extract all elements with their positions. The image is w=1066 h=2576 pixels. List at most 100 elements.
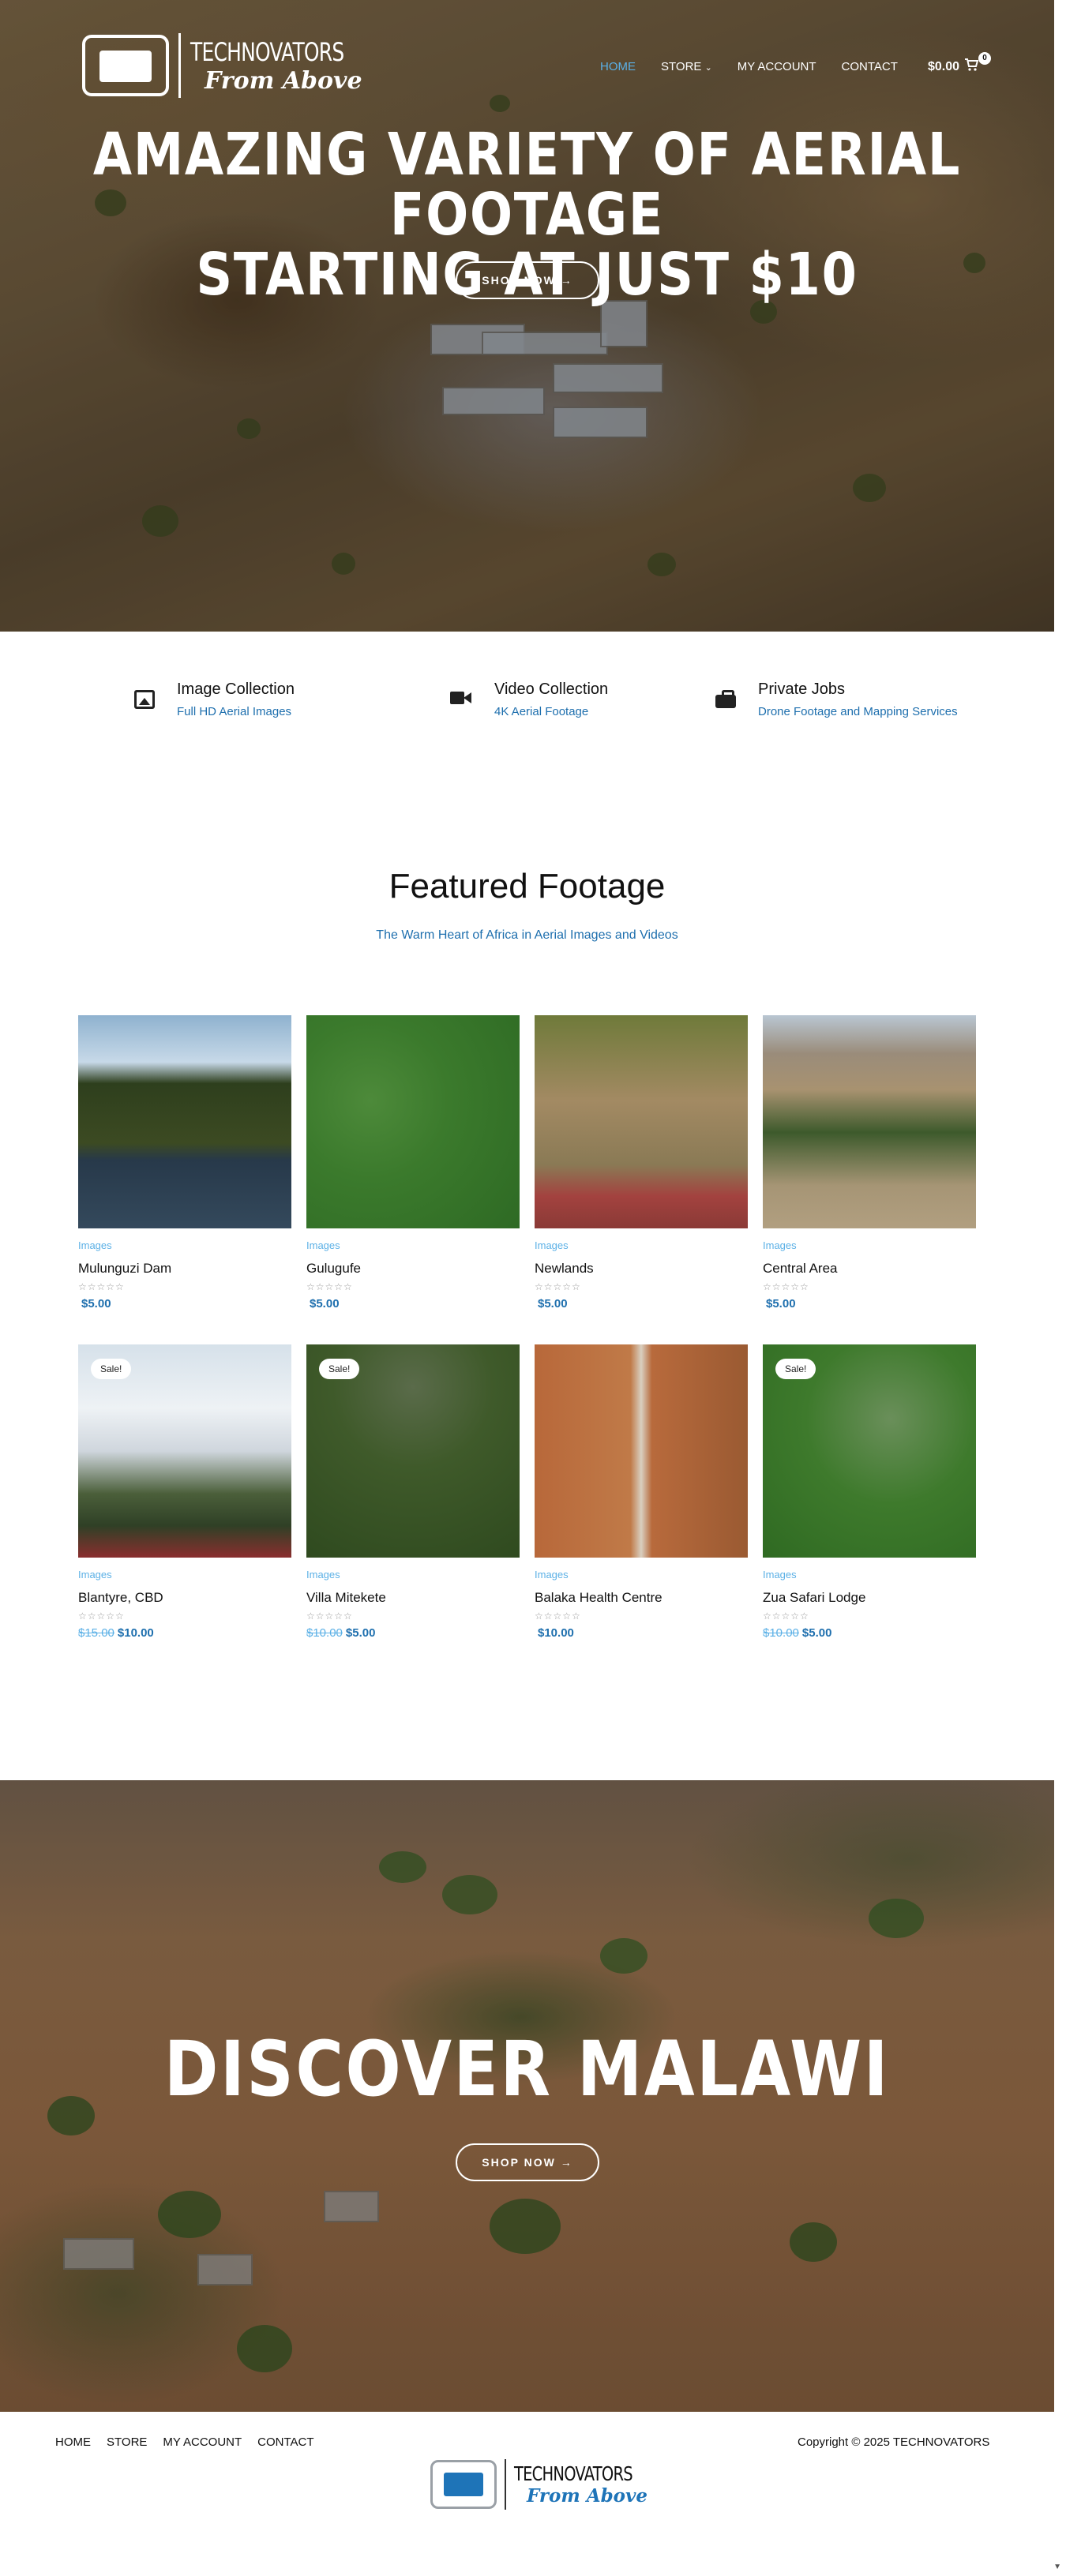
footer-nav-contact[interactable]: CONTACT bbox=[257, 2435, 313, 2449]
old-price: $15.00 bbox=[78, 1626, 114, 1640]
product-name[interactable]: Blantyre, CBD bbox=[78, 1590, 291, 1606]
cart-total: $0.00 bbox=[928, 59, 960, 73]
nav-store[interactable]: STORE ⌄ bbox=[661, 60, 712, 73]
sale-badge: Sale! bbox=[91, 1359, 132, 1379]
sale-badge: Sale! bbox=[775, 1359, 816, 1379]
briefcase-icon bbox=[715, 690, 736, 709]
nav-contact[interactable]: CONTACT bbox=[842, 60, 898, 73]
nav-home[interactable]: HOME bbox=[600, 60, 636, 73]
current-price: $10.00 bbox=[117, 1626, 154, 1640]
rating-stars: ☆☆☆☆☆ bbox=[78, 1610, 125, 1622]
product-card[interactable]: Images Balaka Health Centre ☆☆☆☆☆ $10.00 bbox=[535, 1344, 748, 1640]
feature-title: Private Jobs bbox=[758, 681, 846, 698]
product-category[interactable]: Images bbox=[306, 1239, 520, 1251]
product-card[interactable]: Sale! Images Blantyre, CBD ☆☆☆☆☆ $15.00 $… bbox=[78, 1344, 291, 1640]
sale-badge: Sale! bbox=[319, 1359, 360, 1379]
product-name[interactable]: Villa Mitekete bbox=[306, 1590, 520, 1606]
site-logo[interactable]: TECHNOVATORS From Above bbox=[82, 33, 387, 98]
product-price: $10.00 bbox=[535, 1626, 748, 1640]
current-price: $5.00 bbox=[766, 1297, 796, 1310]
cart-count-badge: 0 bbox=[978, 52, 991, 65]
logo-divider bbox=[178, 33, 181, 98]
product-name[interactable]: Newlands bbox=[535, 1261, 748, 1277]
product-price: $5.00 bbox=[535, 1297, 748, 1310]
product-card[interactable]: Sale! Images Zua Safari Lodge ☆☆☆☆☆ $10.… bbox=[763, 1344, 976, 1640]
feature-subtitle: Drone Footage and Mapping Services bbox=[758, 705, 958, 718]
copyright-text: Copyright © 2025 TECHNOVATORS bbox=[798, 2435, 990, 2449]
product-image[interactable] bbox=[78, 1015, 291, 1228]
image-icon bbox=[134, 690, 155, 709]
scroll-down-icon[interactable]: ▼ bbox=[1053, 2563, 1061, 2571]
current-price: $5.00 bbox=[538, 1297, 568, 1310]
product-category[interactable]: Images bbox=[306, 1569, 520, 1580]
product-category[interactable]: Images bbox=[763, 1569, 976, 1580]
footer-logo-line1: TECHNOVATORS bbox=[514, 2462, 633, 2485]
discover-shop-now-button[interactable]: SHOP NOW → bbox=[456, 2143, 599, 2181]
nav-store-label: STORE bbox=[661, 60, 702, 73]
product-category[interactable]: Images bbox=[535, 1239, 748, 1251]
current-price: $5.00 bbox=[345, 1626, 376, 1640]
footer-nav-home[interactable]: HOME bbox=[55, 2435, 91, 2449]
product-name[interactable]: Mulunguzi Dam bbox=[78, 1261, 291, 1277]
feature-private-jobs: Private Jobs Drone Footage and Mapping S… bbox=[715, 681, 958, 718]
product-card[interactable]: Images Central Area ☆☆☆☆☆ $5.00 bbox=[763, 1015, 976, 1310]
product-category[interactable]: Images bbox=[78, 1239, 291, 1251]
footer-nav-my-account[interactable]: MY ACCOUNT bbox=[163, 2435, 242, 2449]
product-image[interactable]: Sale! bbox=[763, 1344, 976, 1558]
current-price: $5.00 bbox=[310, 1297, 340, 1310]
feature-subtitle: Full HD Aerial Images bbox=[177, 705, 292, 718]
cart-icon bbox=[964, 58, 979, 75]
product-price: $10.00 $5.00 bbox=[306, 1626, 520, 1640]
product-category[interactable]: Images bbox=[78, 1569, 291, 1580]
feature-title: Image Collection bbox=[177, 681, 295, 698]
featured-footage-section: Featured Footage The Warm Heart of Afric… bbox=[0, 813, 1066, 1780]
section-subtitle: The Warm Heart of Africa in Aerial Image… bbox=[376, 928, 678, 942]
chevron-down-icon: ⌄ bbox=[704, 63, 712, 73]
drone-logo-icon bbox=[82, 35, 169, 96]
product-name[interactable]: Gulugufe bbox=[306, 1261, 520, 1277]
product-image[interactable] bbox=[535, 1015, 748, 1228]
main-nav: HOME STORE ⌄ MY ACCOUNT CONTACT bbox=[600, 60, 898, 73]
hero-banner: TECHNOVATORS From Above HOME STORE ⌄ MY … bbox=[0, 0, 1054, 632]
old-price: $10.00 bbox=[306, 1626, 343, 1640]
product-card[interactable]: Images Gulugufe ☆☆☆☆☆ $5.00 bbox=[306, 1015, 520, 1310]
product-name[interactable]: Balaka Health Centre bbox=[535, 1590, 748, 1606]
product-image[interactable] bbox=[763, 1015, 976, 1228]
logo-line1: TECHNOVATORS bbox=[190, 36, 344, 67]
section-title: Featured Footage bbox=[388, 867, 666, 906]
product-image[interactable]: Sale! bbox=[78, 1344, 291, 1558]
product-name[interactable]: Zua Safari Lodge bbox=[763, 1590, 976, 1606]
product-price: $15.00 $10.00 bbox=[78, 1626, 291, 1640]
drone-logo-icon bbox=[430, 2460, 497, 2509]
rating-stars: ☆☆☆☆☆ bbox=[306, 1610, 353, 1622]
logo-line2: From Above bbox=[205, 66, 362, 95]
product-category[interactable]: Images bbox=[535, 1569, 748, 1580]
discover-title: DISCOVER MALAWI bbox=[163, 2025, 891, 2113]
footer-nav-store[interactable]: STORE bbox=[107, 2435, 147, 2449]
product-card[interactable]: Images Mulunguzi Dam ☆☆☆☆☆ $5.00 bbox=[78, 1015, 291, 1310]
cart-button[interactable]: $0.00 0 bbox=[928, 52, 991, 75]
old-price: $10.00 bbox=[763, 1626, 799, 1640]
rating-stars: ☆☆☆☆☆ bbox=[763, 1281, 809, 1292]
product-card[interactable]: Images Newlands ☆☆☆☆☆ $5.00 bbox=[535, 1015, 748, 1310]
video-camera-icon bbox=[450, 690, 472, 709]
feature-subtitle: 4K Aerial Footage bbox=[494, 705, 589, 718]
discover-banner: DISCOVER MALAWI SHOP NOW → bbox=[0, 1780, 1054, 2412]
product-name[interactable]: Central Area bbox=[763, 1261, 976, 1277]
product-price: $5.00 bbox=[306, 1297, 520, 1310]
product-price: $10.00 $5.00 bbox=[763, 1626, 976, 1640]
footer-logo[interactable]: TECHNOVATORS From Above bbox=[430, 2459, 666, 2510]
rating-stars: ☆☆☆☆☆ bbox=[78, 1281, 125, 1292]
hero-shop-now-button[interactable]: SHOP NOW → bbox=[456, 261, 599, 299]
logo-divider bbox=[505, 2459, 506, 2510]
product-category[interactable]: Images bbox=[763, 1239, 976, 1251]
product-image[interactable] bbox=[306, 1015, 520, 1228]
site-header: TECHNOVATORS From Above HOME STORE ⌄ MY … bbox=[0, 0, 1054, 134]
nav-my-account[interactable]: MY ACCOUNT bbox=[738, 60, 816, 73]
feature-image-collection: Image Collection Full HD Aerial Images bbox=[134, 681, 295, 718]
product-card[interactable]: Sale! Images Villa Mitekete ☆☆☆☆☆ $10.00… bbox=[306, 1344, 520, 1640]
product-image[interactable]: Sale! bbox=[306, 1344, 520, 1558]
rating-stars: ☆☆☆☆☆ bbox=[535, 1281, 581, 1292]
footer-logo-line2: From Above bbox=[527, 2485, 647, 2507]
product-image[interactable] bbox=[535, 1344, 748, 1558]
